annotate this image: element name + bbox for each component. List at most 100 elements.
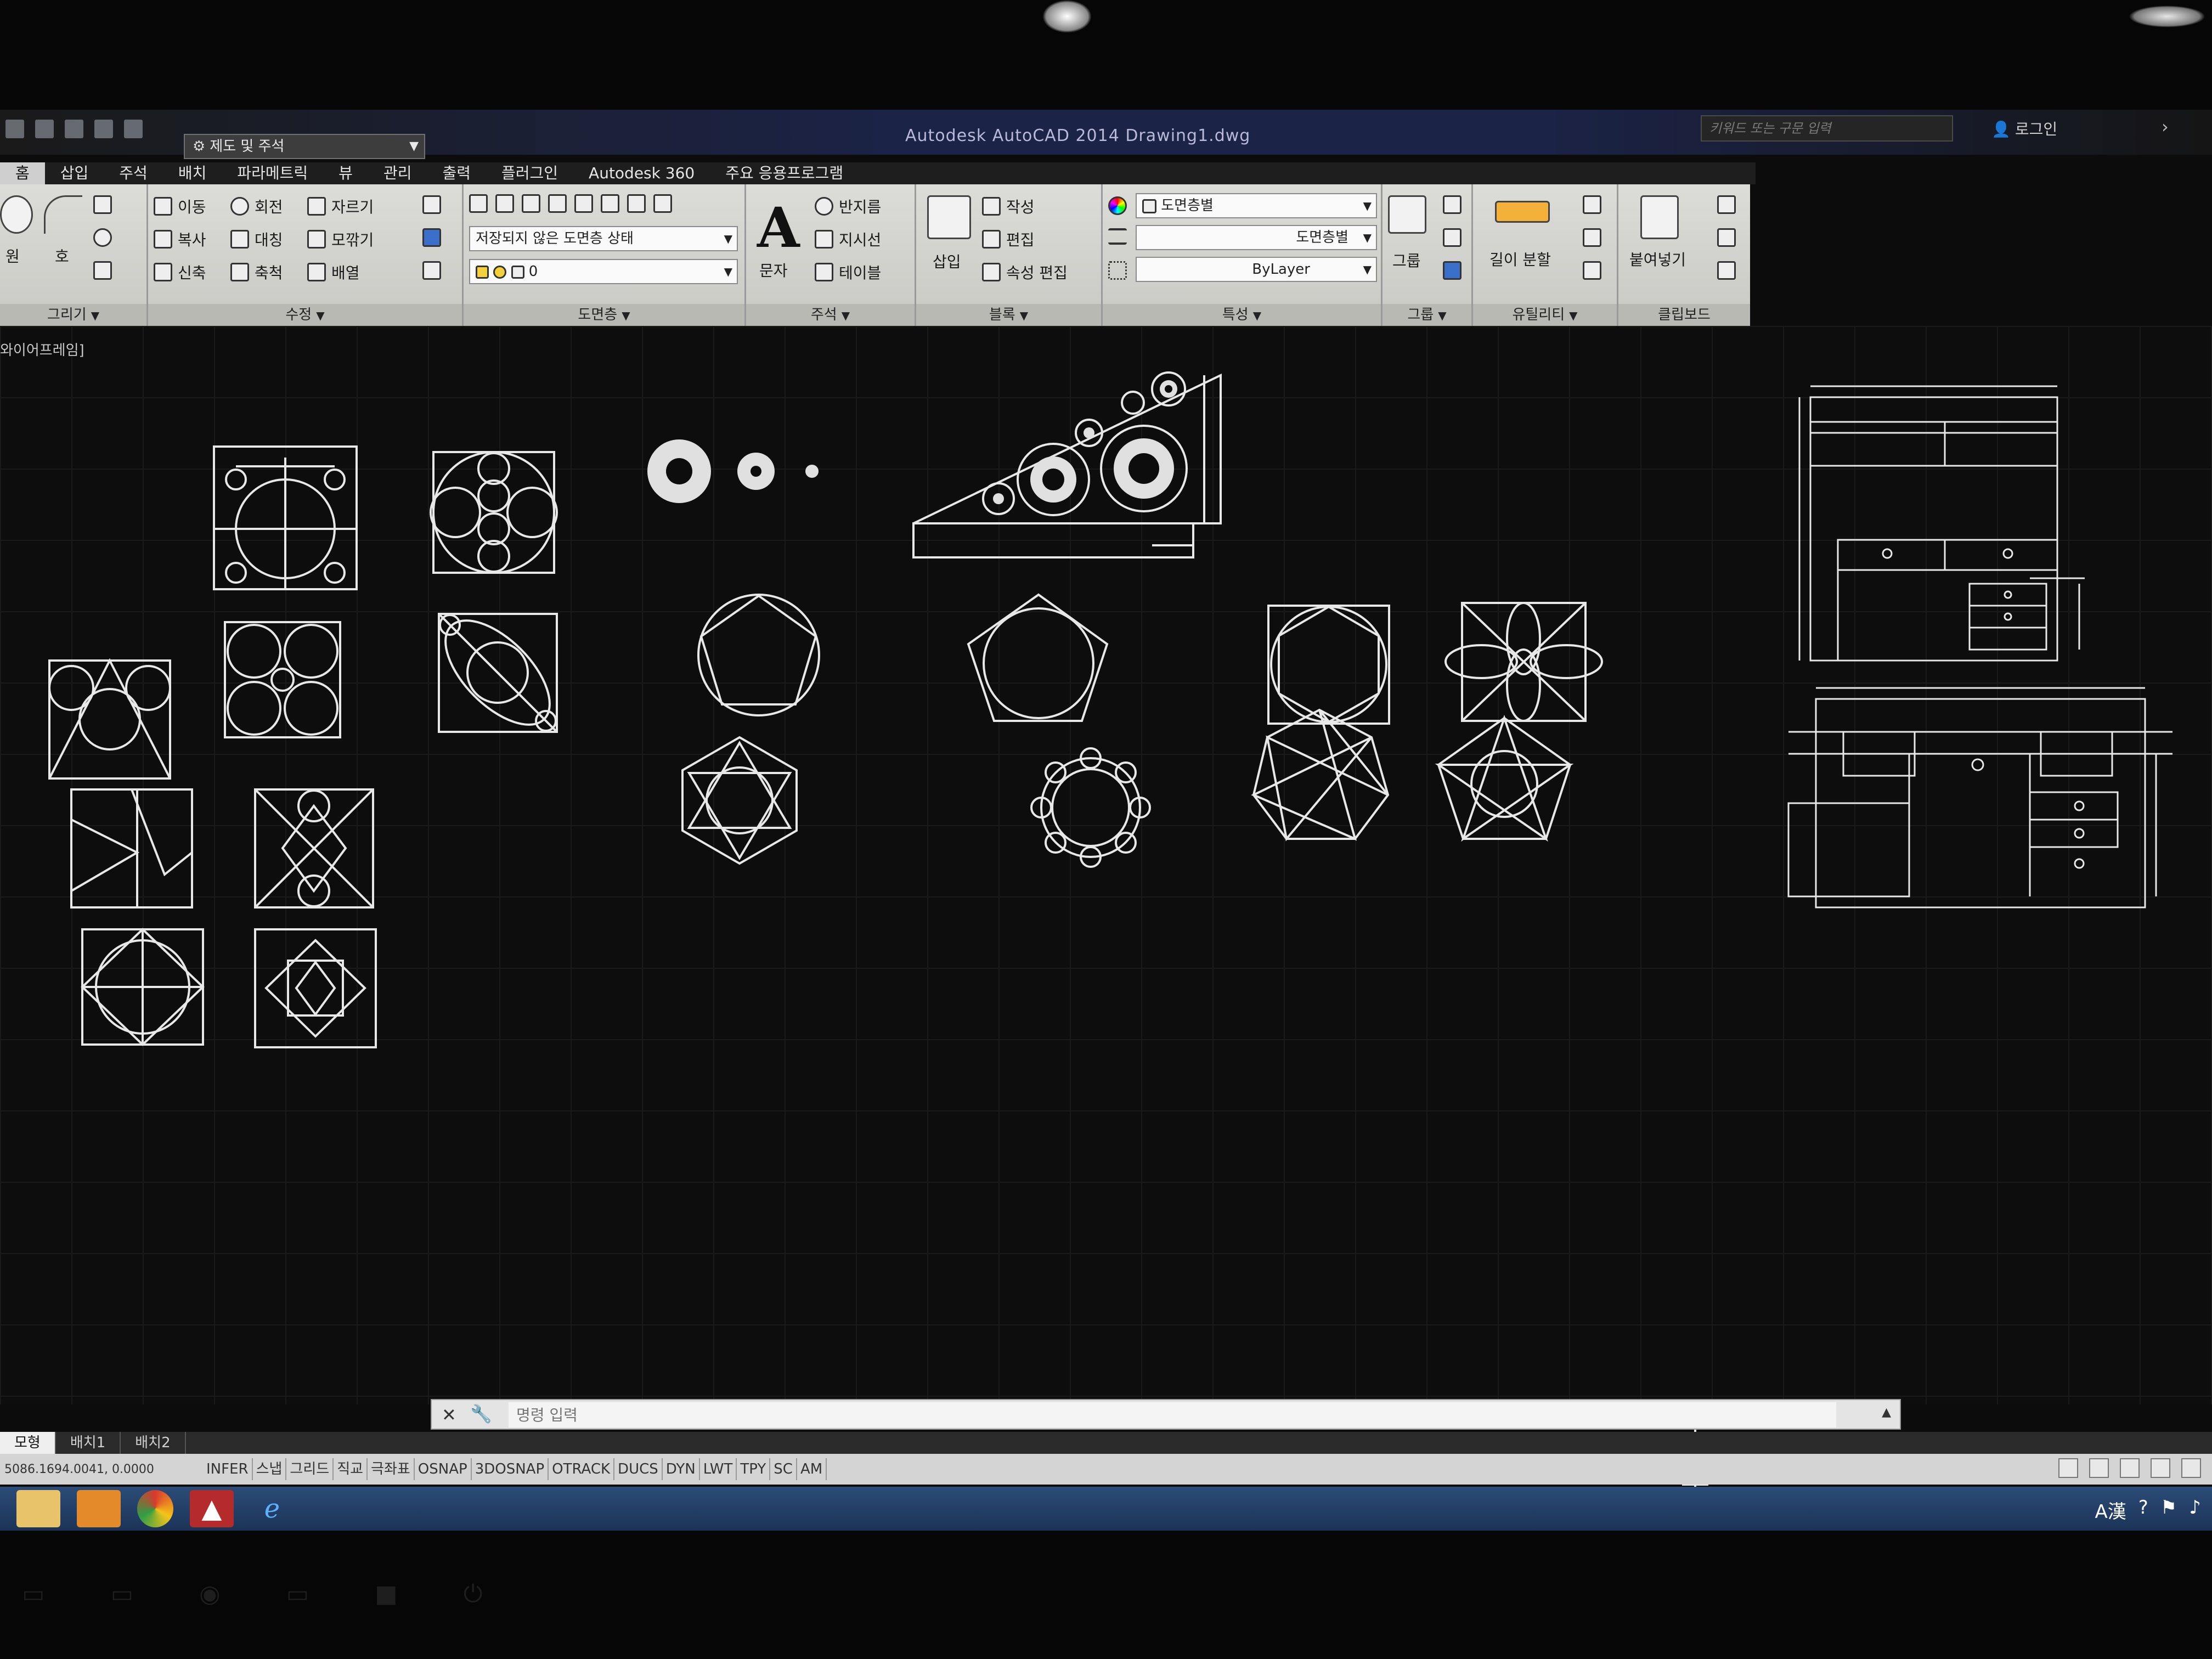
drawing-canvas[interactable]: 와이어프레임] <box>0 326 2212 1531</box>
linetype-icon[interactable] <box>1108 261 1127 280</box>
layer-match-icon[interactable] <box>627 194 646 213</box>
layer-off-icon[interactable] <box>548 194 567 213</box>
utilities-panel-title[interactable]: 유틸리티 ▼ <box>1473 304 1617 326</box>
trim-button[interactable]: 자르기 <box>307 195 374 217</box>
measure-icon[interactable] <box>1495 201 1550 223</box>
ungroup-icon[interactable] <box>1443 195 1462 214</box>
autocad-icon[interactable]: ▲ <box>190 1490 234 1527</box>
clipboard-panel-title[interactable]: 클립보드 <box>1618 304 1750 326</box>
layer-isolate-icon[interactable] <box>522 194 540 213</box>
flag-icon[interactable]: ⚑ <box>2160 1497 2177 1523</box>
cut-icon[interactable] <box>1717 195 1736 214</box>
quick-select-icon[interactable] <box>1583 195 1601 214</box>
ime-icon[interactable]: A漢 <box>2095 1497 2126 1523</box>
arc-button[interactable]: 호 <box>55 245 69 267</box>
toggle-tpy[interactable]: TPY <box>737 1458 771 1480</box>
model-space-icon[interactable] <box>2058 1458 2078 1478</box>
lineweight-dropdown[interactable]: ByLayer ▼ <box>1136 257 1377 282</box>
tab-output[interactable]: 출력 <box>427 162 486 184</box>
circle-icon[interactable] <box>0 195 33 234</box>
login-button[interactable]: 👤 로그인 <box>1991 117 2057 139</box>
rectangle-icon[interactable] <box>93 195 112 214</box>
group-select-icon[interactable] <box>1443 261 1462 280</box>
rotate-button[interactable]: 회전 <box>230 195 283 217</box>
redo-icon[interactable] <box>124 120 143 138</box>
calculator-icon[interactable] <box>1583 228 1601 247</box>
lock-icon[interactable] <box>2181 1458 2201 1478</box>
layer-panel-title[interactable]: 도면층 ▼ <box>464 304 744 326</box>
save-icon[interactable] <box>65 120 83 138</box>
text-a-icon[interactable]: A <box>757 195 800 260</box>
layer-walk-icon[interactable] <box>653 194 672 213</box>
color-dropdown[interactable]: 도면층별 ▼ <box>1136 193 1377 218</box>
copy-clip-icon[interactable] <box>1717 228 1736 247</box>
block-edit-button[interactable]: 편집 <box>982 228 1035 250</box>
text-button[interactable]: 문자 <box>759 259 788 281</box>
toggle-osnap[interactable]: OSNAP <box>415 1458 472 1480</box>
insert-block-icon[interactable] <box>927 195 971 239</box>
move-button[interactable]: 이동 <box>154 195 206 217</box>
volume-icon[interactable]: ♪ <box>2189 1497 2201 1523</box>
toggle-infer[interactable]: INFER <box>203 1458 253 1480</box>
chrome-icon[interactable] <box>137 1490 173 1527</box>
tab-model[interactable]: 모형 <box>0 1432 56 1454</box>
lineweight-icon[interactable] <box>1108 228 1127 245</box>
hatch-icon[interactable] <box>93 261 112 280</box>
internet-explorer-icon[interactable]: ℯ <box>250 1490 294 1527</box>
chevron-up-icon[interactable]: ▲ <box>1882 1406 1891 1419</box>
erase-icon[interactable] <box>422 195 441 214</box>
layer-state-dropdown[interactable]: 저장되지 않은 도면층 상태 ▼ <box>469 226 738 251</box>
toggle-snap[interactable]: 스냅 <box>253 1458 287 1480</box>
paste-button[interactable]: 붙여넣기 <box>1629 248 1686 270</box>
block-create-button[interactable]: 작성 <box>982 195 1035 217</box>
tab-layout[interactable]: 배치 <box>163 162 222 184</box>
tab-layout2[interactable]: 배치2 <box>121 1432 186 1454</box>
stretch-button[interactable]: 신축 <box>154 261 206 283</box>
tab-autodesk360[interactable]: Autodesk 360 <box>573 162 710 184</box>
tab-home[interactable]: 홈 <box>0 162 45 184</box>
toggle-am[interactable]: AM <box>797 1458 827 1480</box>
toggle-polar[interactable]: 극좌표 <box>368 1458 415 1480</box>
group-edit-icon[interactable] <box>1443 228 1462 247</box>
quick-view-icon[interactable] <box>2089 1458 2109 1478</box>
tab-plugins[interactable]: 플러그인 <box>486 162 573 184</box>
annotation-panel-title[interactable]: 주석 ▼ <box>746 304 915 326</box>
toggle-dyn[interactable]: DYN <box>663 1458 700 1480</box>
workspace-dropdown[interactable]: ⚙ 제도 및 주석 ▼ <box>184 134 425 159</box>
group-panel-title[interactable]: 그룹 ▼ <box>1383 304 1471 326</box>
close-icon[interactable]: ✕ <box>442 1404 456 1425</box>
fillet-button[interactable]: 모깎기 <box>307 228 374 250</box>
attribute-edit-button[interactable]: 속성 편집 <box>982 261 1068 283</box>
leader-button[interactable]: 지시선 <box>815 228 881 250</box>
linetype-dropdown[interactable]: 도면층별 ▼ <box>1136 225 1377 250</box>
arc-icon[interactable] <box>44 195 82 234</box>
media-player-icon[interactable] <box>77 1490 121 1527</box>
wrench-icon[interactable]: 🔧 <box>470 1403 492 1424</box>
current-layer-dropdown[interactable]: 0 ▼ <box>469 259 738 284</box>
insert-button[interactable]: 삽입 <box>933 250 961 272</box>
tab-parametric[interactable]: 파라메트릭 <box>222 162 323 184</box>
undo-icon[interactable] <box>94 120 113 138</box>
scale-button[interactable]: 축척 <box>230 261 283 283</box>
draw-panel-title[interactable]: 그리기 ▼ <box>0 304 146 326</box>
explode-icon[interactable] <box>422 228 441 247</box>
measure-button[interactable]: 길이 분할 <box>1489 248 1551 270</box>
ellipse-icon[interactable] <box>93 228 112 247</box>
block-panel-title[interactable]: 블록 ▼ <box>916 304 1101 326</box>
tab-layout1[interactable]: 배치1 <box>56 1432 121 1454</box>
toggle-sc[interactable]: SC <box>770 1458 797 1480</box>
help-icon[interactable]: ? <box>2138 1497 2148 1523</box>
tab-insert[interactable]: 삽입 <box>45 162 104 184</box>
table-button[interactable]: 테이블 <box>815 261 881 283</box>
annotation-scale-icon[interactable] <box>2120 1458 2140 1478</box>
layer-properties-icon[interactable] <box>469 194 488 213</box>
folder-icon[interactable] <box>16 1490 60 1527</box>
circle-button[interactable]: 원 <box>5 245 20 267</box>
toggle-ducs[interactable]: DUCS <box>614 1458 663 1480</box>
toggle-3dosnap[interactable]: 3DOSNAP <box>472 1458 549 1480</box>
toggle-lwt[interactable]: LWT <box>700 1458 737 1480</box>
layer-state-icon[interactable] <box>495 194 514 213</box>
tab-view[interactable]: 뷰 <box>323 162 368 184</box>
command-input[interactable] <box>509 1402 1836 1427</box>
toggle-otrack[interactable]: OTRACK <box>549 1458 615 1480</box>
